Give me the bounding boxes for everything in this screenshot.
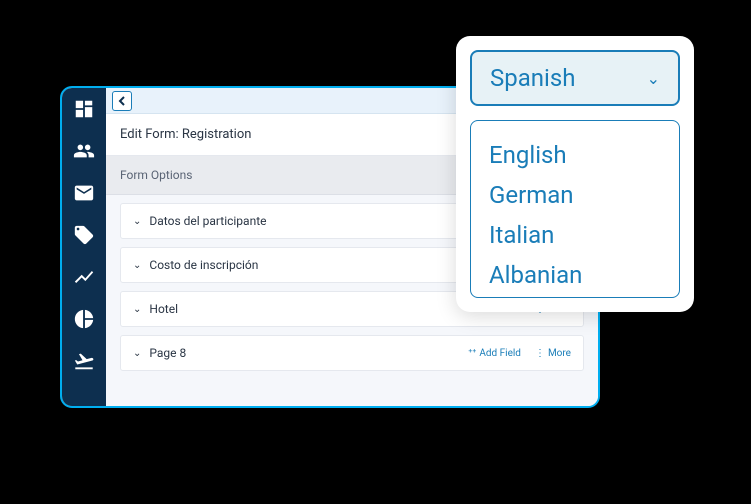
sidebar [62,88,106,406]
language-option[interactable]: English [489,135,661,175]
people-icon[interactable] [73,140,95,162]
chevron-down-icon: ⌄ [133,216,141,227]
language-option[interactable]: Albanian [489,255,661,295]
language-selected: Spanish [490,64,575,92]
flight-icon[interactable] [73,350,95,372]
more-button[interactable]: ⋮ More [535,348,571,359]
language-options: English German Italian Albanian [470,120,680,298]
dashboard-icon[interactable] [73,98,95,120]
chevron-down-icon: ⌄ [133,260,141,271]
plus-icon: ⁺⁺ [468,348,476,359]
section-label: Hotel [149,302,178,316]
add-field-button[interactable]: ⁺⁺ Add Field [468,348,521,359]
chart-icon[interactable] [73,308,95,330]
chevron-down-icon: ⌄ [133,304,141,315]
chevron-down-icon: ⌄ [647,69,660,88]
language-select[interactable]: Spanish ⌄ [470,50,680,106]
section-row[interactable]: ⌄ Page 8 ⁺⁺ Add Field ⋮ More [120,335,584,371]
language-option[interactable]: German [489,175,661,215]
chevron-down-icon: ⌄ [133,348,141,359]
section-label: Datos del participante [149,214,266,228]
language-popup: Spanish ⌄ English German Italian Albania… [456,36,694,312]
tag-icon[interactable] [73,224,95,246]
back-button[interactable] [112,91,132,111]
section-label: Costo de inscripción [149,258,258,272]
analytics-icon[interactable] [73,266,95,288]
page-title: Edit Form: Registration [120,127,251,142]
section-label: Page 8 [149,346,186,360]
dots-icon: ⋮ [535,348,545,359]
mail-icon[interactable] [73,182,95,204]
language-option[interactable]: Italian [489,215,661,255]
